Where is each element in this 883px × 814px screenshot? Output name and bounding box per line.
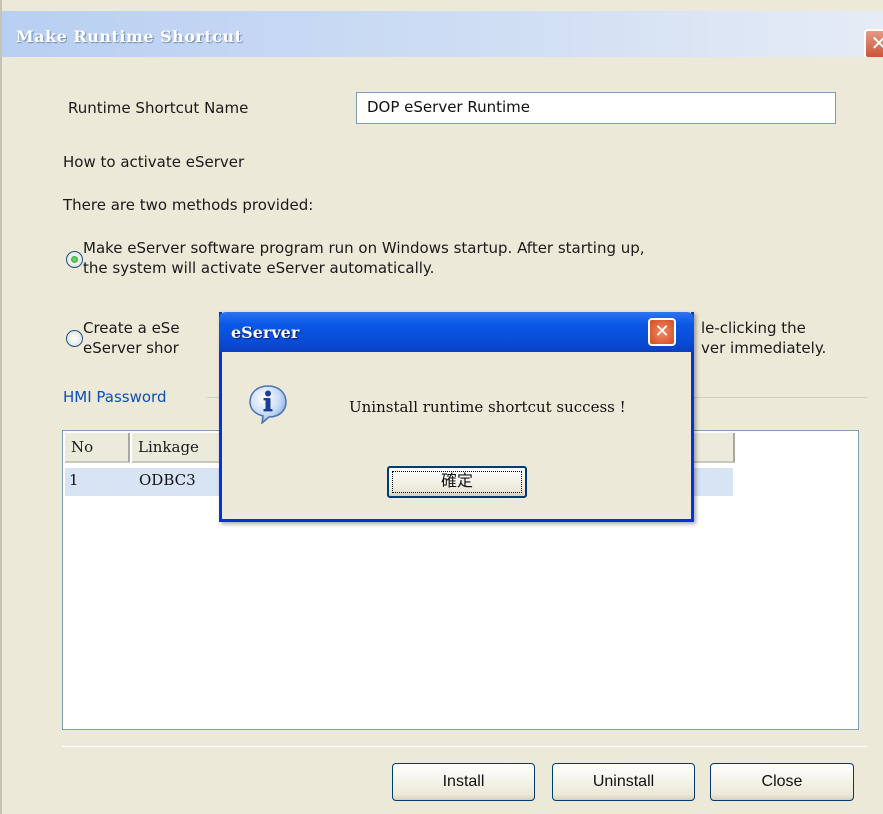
shortcut-name-input[interactable]: DOP eServer Runtime xyxy=(356,92,836,124)
window-title: Make Runtime Shortcut xyxy=(16,27,243,46)
activate-heading: How to activate eServer xyxy=(63,153,245,171)
option-startup-line2: the system will activate eServer automat… xyxy=(83,259,435,277)
radio-selected-dot xyxy=(71,256,78,263)
dialog-close-button[interactable]: ✕ xyxy=(648,318,676,346)
close-button[interactable]: Close xyxy=(710,763,854,801)
window-close-button[interactable]: ✕ xyxy=(864,29,883,59)
column-header-no[interactable]: No xyxy=(65,433,130,463)
option-shortcut-text-left: Create a eSe eServer shor xyxy=(83,318,180,358)
dialog-title: eServer xyxy=(231,323,300,342)
ok-button[interactable]: 確定 xyxy=(387,466,527,498)
install-button[interactable]: Install xyxy=(392,763,535,801)
option-shortcut-line2-tail: ver immediately. xyxy=(701,339,827,357)
cell-linkage: ODBC3 xyxy=(139,471,196,489)
cell-no: 1 xyxy=(69,471,79,489)
eserver-message-dialog: eServer ✕ Uninstall runtime shortcut suc… xyxy=(219,312,694,522)
option-startup-line1: Make eServer software program run on Win… xyxy=(83,239,645,257)
option-shortcut-text-right: le-clicking the ver immediately. xyxy=(701,318,826,358)
dialog-message: Uninstall runtime shortcut success ! xyxy=(349,398,626,416)
methods-text: There are two methods provided: xyxy=(63,196,314,214)
bottom-separator xyxy=(62,746,867,747)
info-icon xyxy=(249,385,287,424)
option-shortcut-line1: Create a eSe xyxy=(83,319,180,337)
option-shortcut-line1-tail: le-clicking the xyxy=(701,319,806,337)
option-shortcut-line2: eServer shor xyxy=(83,339,179,357)
hmi-password-group-label: HMI Password xyxy=(63,388,167,406)
radio-create-shortcut[interactable] xyxy=(66,330,83,347)
uninstall-button[interactable]: Uninstall xyxy=(552,763,695,801)
dialog-titlebar[interactable]: eServer ✕ xyxy=(219,312,694,352)
radio-windows-startup[interactable] xyxy=(66,251,83,268)
main-titlebar[interactable]: Make Runtime Shortcut ✕ xyxy=(2,11,883,59)
shortcut-name-label: Runtime Shortcut Name xyxy=(68,99,249,117)
option-startup-text: Make eServer software program run on Win… xyxy=(83,238,645,278)
